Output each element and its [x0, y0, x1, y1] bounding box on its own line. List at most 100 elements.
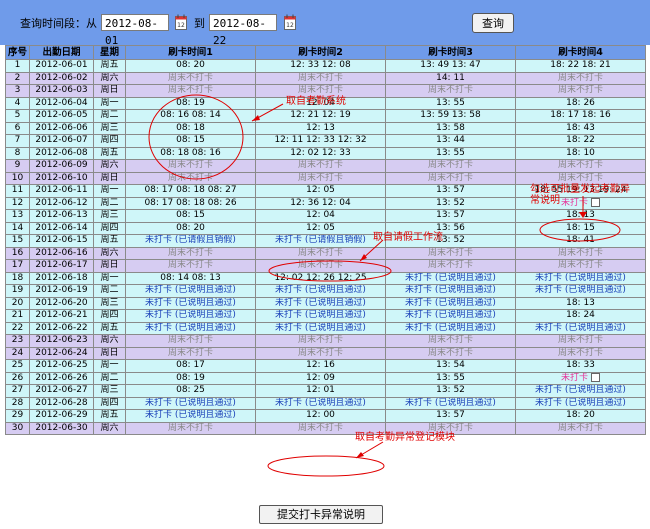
cell-text: 12: 05: [306, 222, 335, 233]
punch-cell-4: 18: 13: [515, 209, 646, 223]
cell-text: 08: 17 08: 18 08: 27: [144, 185, 237, 196]
cell-text: 2012-06-19: [35, 285, 88, 296]
exception-checkbox[interactable]: [591, 372, 600, 382]
cell-text: 周四: [100, 310, 119, 321]
punch-cell-3: 未打卡 (已说明且通过): [385, 321, 516, 335]
cell-text: 未打卡 (已说明且通过): [405, 322, 496, 333]
cell-text: 08: 17 08: 18 08: 26: [144, 197, 237, 208]
punch-cell-3: 周末不打卡: [385, 84, 516, 98]
cell-text: 27: [11, 385, 24, 396]
punch-cell-1: 未打卡 (已说明且通过): [125, 409, 256, 423]
annotation-ellipse-exception: [267, 455, 385, 477]
cell-text: 未打卡 (已说明且通过): [275, 297, 366, 308]
cell-text: 08: 14 08: 13: [160, 272, 221, 283]
cell-text: 08: 20: [176, 222, 205, 233]
punch-cell-3: 13: 44: [385, 134, 516, 148]
date-cell: 2012-06-18: [29, 271, 94, 285]
cell-text: 22: [11, 322, 24, 333]
cell-text: 08: 15: [176, 210, 205, 221]
calendar-icon[interactable]: 12: [284, 14, 296, 30]
punch-cell-4: 周末不打卡: [515, 246, 646, 260]
punch-cell-2: 12: 11 12: 33 12: 32: [255, 134, 386, 148]
punch-cell-2: 周末不打卡: [255, 159, 386, 173]
annotation-batch-line2: 常说明: [530, 195, 560, 206]
cell-text: 08: 25: [176, 385, 205, 396]
row-number-cell: 12: [5, 196, 30, 210]
weekday-cell: 周五: [93, 59, 126, 73]
cell-text: 周末不打卡: [167, 172, 213, 183]
cell-text: 8: [14, 147, 21, 158]
cell-text: 18: 41: [566, 235, 595, 246]
weekday-cell: 周四: [93, 221, 126, 235]
punch-cell-1: 周末不打卡: [125, 334, 256, 348]
table-row: 17 2012-06-17 周日 周末不打卡 周末不打卡 周末不打卡 周末不打卡: [5, 259, 646, 273]
punch-cell-4: 18: 20: [515, 409, 646, 423]
punch-cell-2: 未打卡 (已说明且通过): [255, 321, 386, 335]
cell-text: 13: 55: [436, 372, 465, 383]
cell-text: 周末不打卡: [297, 260, 343, 271]
weekday-cell: 周三: [93, 209, 126, 223]
from-date-input[interactable]: 2012-08-01: [101, 14, 169, 47]
punch-cell-2: 周末不打卡: [255, 346, 386, 360]
cell-text: 未打卡 (已说明且通过): [145, 410, 236, 421]
cell-text: 2012-06-23: [35, 335, 88, 346]
header-punch-1: 刷卡时间1: [125, 45, 256, 60]
cell-text: 13: 52: [436, 197, 465, 208]
weekday-cell: 周六: [93, 71, 126, 85]
query-button[interactable]: 查询: [472, 13, 514, 33]
cell-text: 未打卡 (已说明且通过): [275, 285, 366, 296]
exception-checkbox[interactable]: [591, 197, 600, 207]
weekday-cell: 周二: [93, 109, 126, 123]
cell-text: 2012-06-15: [35, 235, 88, 246]
cell-text: 周末不打卡: [167, 422, 213, 433]
punch-cell-4: 未打卡 (已说明且通过): [515, 321, 646, 335]
cell-text: 12: 09: [306, 372, 335, 383]
header-no: 序号: [5, 45, 30, 60]
cell-text: 14: 11: [436, 72, 465, 83]
cell-text: 周末不打卡: [297, 335, 343, 346]
cell-text: 2012-06-09: [35, 160, 88, 171]
table-row: 27 2012-06-27 周三 08: 25 12: 01 13: 52 未打卡 (已说明…: [5, 384, 646, 398]
punch-cell-4: 周末不打卡: [515, 159, 646, 173]
cell-text: 19: [11, 285, 24, 296]
header-punch-4: 刷卡时间4: [515, 45, 646, 60]
calendar-icon[interactable]: 12: [175, 14, 187, 30]
punch-cell-3: 13: 57: [385, 184, 516, 198]
cell-text: 13: 57: [436, 410, 465, 421]
weekday-cell: 周日: [93, 259, 126, 273]
query-bar: 查询时间段：从 2012-08-01 12 到 2012-08-22 12 查询: [0, 0, 650, 47]
punch-cell-4: 未打卡 (已说明且通过): [515, 271, 646, 285]
punch-cell-2: 12: 36 12: 04: [255, 196, 386, 210]
cell-text: 12: 01: [306, 385, 335, 396]
cell-text: 18: 17 18: 16: [550, 110, 611, 121]
weekday-cell: 周四: [93, 309, 126, 323]
row-number-cell: 28: [5, 396, 30, 410]
cell-text: 周三: [100, 122, 119, 133]
cell-text: 12: 33 12: 08: [290, 60, 351, 71]
cell-text: 周四: [100, 397, 119, 408]
row-number-cell: 2: [5, 71, 30, 85]
cell-text: 13: 58: [436, 122, 465, 133]
cell-text: 周末不打卡: [427, 85, 473, 96]
punch-cell-1: 08: 20: [125, 59, 256, 73]
row-number-cell: 7: [5, 134, 30, 148]
to-date-input[interactable]: 2012-08-22: [209, 14, 277, 47]
cell-text: 周一: [100, 97, 119, 108]
punch-cell-1: 未打卡 (已说明且通过): [125, 309, 256, 323]
cell-text: 2012-06-05: [35, 110, 88, 121]
submit-exception-button[interactable]: 提交打卡异常说明: [259, 505, 383, 524]
cell-text: 周日: [100, 172, 119, 183]
punch-cell-1: 08: 19: [125, 371, 256, 385]
punch-cell-1: 08: 25: [125, 384, 256, 398]
cell-text: 未打卡 (已说明且通过): [405, 297, 496, 308]
weekday-cell: 周一: [93, 96, 126, 110]
cell-text: 08: 19: [176, 372, 205, 383]
cell-text: 08: 19: [176, 97, 205, 108]
punch-cell-3: 13: 58: [385, 121, 516, 135]
cell-text: 周末不打卡: [427, 260, 473, 271]
table-row: 18 2012-06-18 周一 08: 14 08: 13 12: 02 12: 26…: [5, 271, 646, 285]
weekday-cell: 周六: [93, 159, 126, 173]
cell-text: 未打卡: [560, 197, 588, 208]
cell-text: 12: 36 12: 04: [290, 197, 351, 208]
cell-text: 周五: [100, 147, 119, 158]
